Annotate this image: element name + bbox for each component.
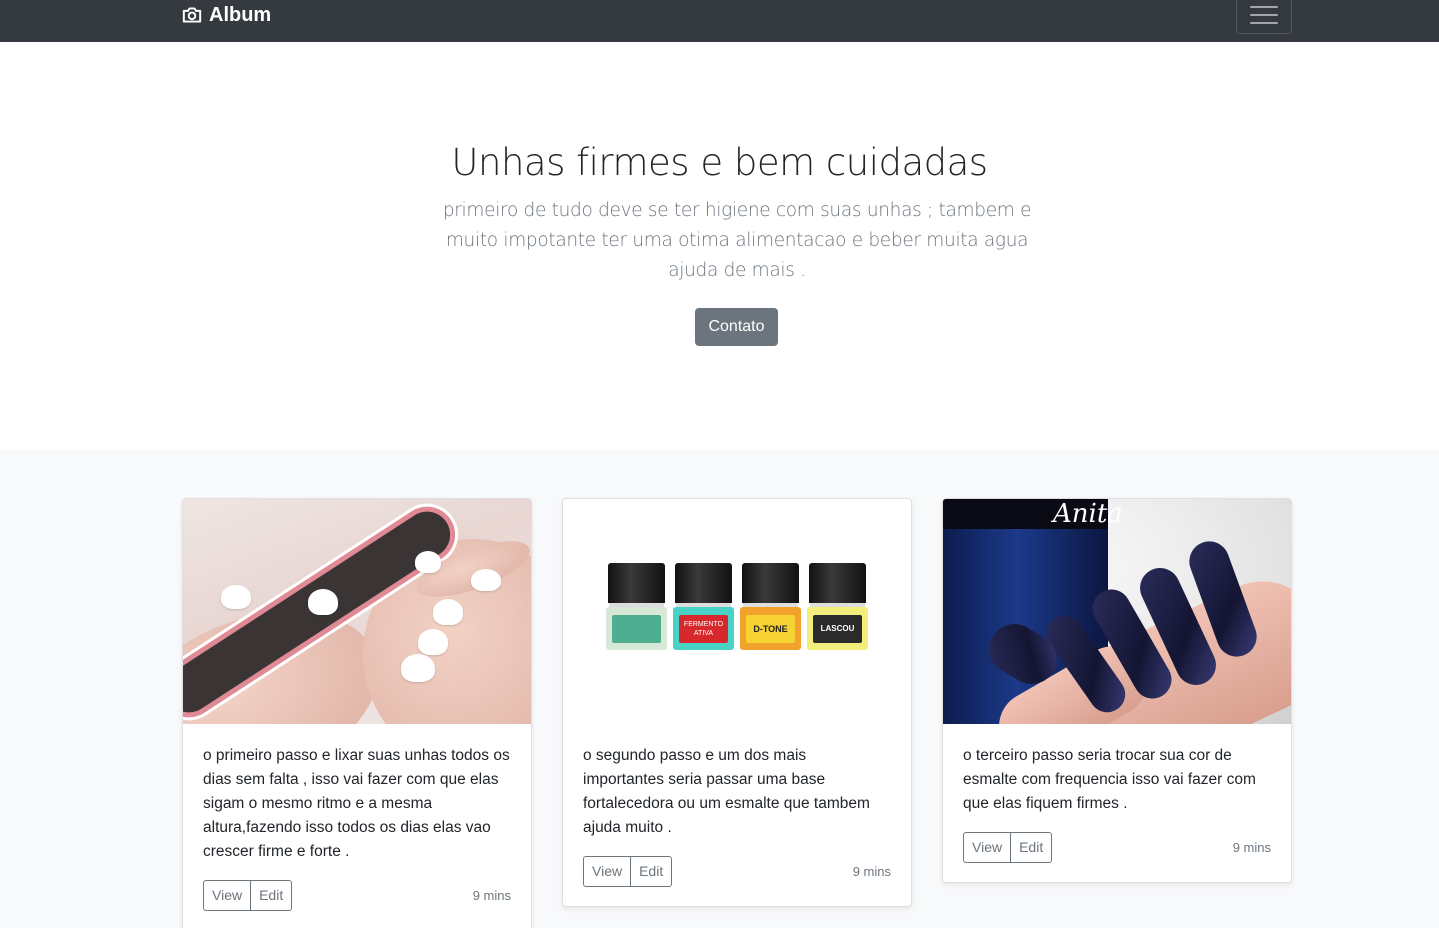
navbar-toggler-button[interactable] — [1236, 0, 1292, 34]
card-image-nail-file — [183, 499, 531, 724]
edit-button[interactable]: Edit — [630, 856, 673, 887]
polish-bottle: FERMENTO ATIVA — [673, 563, 734, 650]
contato-button[interactable]: Contato — [695, 308, 778, 346]
camera-icon — [182, 7, 202, 23]
polish-bottle: LASCOU — [807, 563, 868, 650]
polish-bottle — [606, 563, 667, 650]
view-button[interactable]: View — [963, 832, 1012, 863]
navbar: Album — [0, 0, 1439, 42]
hero-title: Unhas firmes e bem cuidadas — [451, 141, 988, 184]
edit-button[interactable]: Edit — [250, 880, 293, 911]
card-body: o terceiro passo seria trocar sua cor de… — [943, 724, 1291, 864]
hero-section: Unhas firmes e bem cuidadas primeiro de … — [0, 42, 1439, 450]
card-button-group: View Edit — [583, 856, 673, 887]
card-time: 9 mins — [1232, 840, 1271, 855]
card-body: o segundo passo e um dos mais importante… — [563, 724, 911, 888]
hero-lead: primeiro de tudo deve se ter higiene com… — [442, 200, 1032, 281]
view-button[interactable]: View — [203, 880, 252, 911]
card-body: o primeiro passo e lixar suas unhas todo… — [183, 724, 531, 912]
view-button[interactable]: View — [583, 856, 632, 887]
polish-bottle: D-TONE — [740, 563, 801, 650]
card-2: FERMENTO ATIVA D-TONE LASCOU o segundo p… — [562, 498, 912, 907]
brand-link[interactable]: Album — [182, 4, 271, 26]
brand-label: Album — [209, 3, 272, 26]
card-1: o primeiro passo e lixar suas unhas todo… — [182, 498, 532, 928]
bottle-brand-text: Anita — [1053, 499, 1123, 529]
card-text: o segundo passo e um dos mais importante… — [583, 747, 870, 836]
card-text: o terceiro passo seria trocar sua cor de… — [963, 747, 1256, 812]
card-text: o primeiro passo e lixar suas unhas todo… — [203, 747, 510, 860]
card-button-group: View Edit — [963, 832, 1053, 863]
card-time: 9 mins — [852, 864, 891, 879]
card-image-polish-bottles: FERMENTO ATIVA D-TONE LASCOU — [563, 499, 911, 724]
card-button-group: View Edit — [203, 880, 293, 911]
edit-button[interactable]: Edit — [1010, 832, 1053, 863]
hamburger-icon — [1250, 6, 1278, 8]
card-3: Anita o terceiro passo seria trocar sua … — [942, 498, 1292, 883]
card-image-navy-nails: Anita — [943, 499, 1291, 724]
card-time: 9 mins — [472, 888, 511, 903]
